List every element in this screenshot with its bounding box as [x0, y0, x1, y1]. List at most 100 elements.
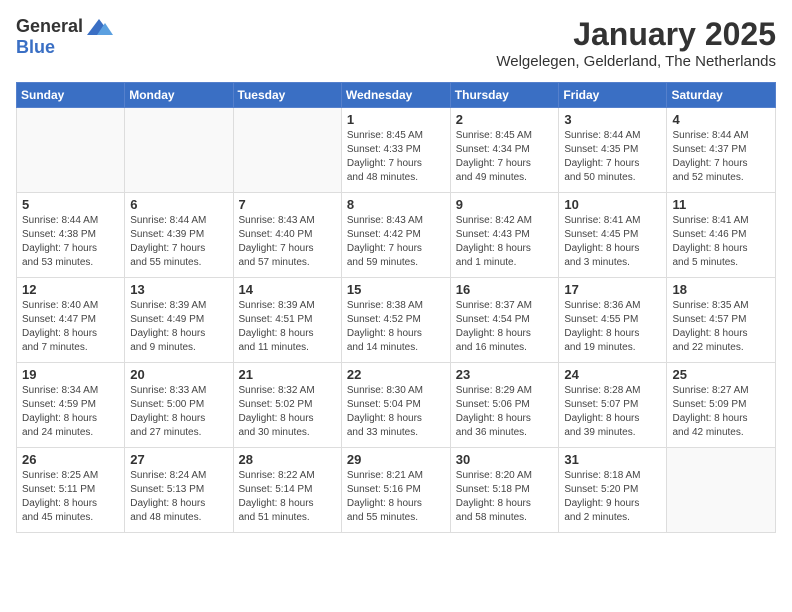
day-number: 8: [347, 197, 445, 212]
calendar-cell: [233, 108, 341, 193]
calendar-cell: 26Sunrise: 8:25 AM Sunset: 5:11 PM Dayli…: [17, 448, 125, 533]
calendar-cell: 11 Sunrise: 8:41 AM Sunset: 4:46 PM Dayli…: [667, 193, 776, 278]
calendar-cell: 18Sunrise: 8:35 AM Sunset: 4:57 PM Dayli…: [667, 278, 776, 363]
day-number: 19: [22, 367, 119, 382]
day-number: 29: [347, 452, 445, 467]
day-number: 23: [456, 367, 554, 382]
day-info: Sunrise: 8:32 AM Sunset: 5:02 PM Dayligh…: [239, 384, 336, 440]
day-number: 31: [564, 452, 661, 467]
calendar-cell: 23 Sunrise: 8:29 AM Sunset: 5:06 PM Dayli…: [450, 363, 559, 448]
calendar-cell: 13Sunrise: 8:39 AM Sunset: 4:49 PM Dayli…: [125, 278, 233, 363]
day-number: 30: [456, 452, 554, 467]
calendar-table: SundayMondayTuesdayWednesdayThursdayFrid…: [16, 82, 776, 533]
logo: General Blue: [16, 16, 113, 58]
day-info: Sunrise: 8:41 AM Sunset: 4:45 PM Dayligh…: [564, 214, 661, 270]
calendar-cell: 6 Sunrise: 8:44 AM Sunset: 4:39 PM Daylig…: [125, 193, 233, 278]
calendar-cell: 22 Sunrise: 8:30 AM Sunset: 5:04 PM Dayli…: [341, 363, 450, 448]
page-header: General Blue January 2025 Welgelegen, Ge…: [16, 16, 776, 70]
weekday-header: Friday: [559, 83, 667, 108]
day-number: 12: [22, 282, 119, 297]
calendar-week-row: 26Sunrise: 8:25 AM Sunset: 5:11 PM Dayli…: [17, 448, 776, 533]
day-info: Sunrise: 8:29 AM Sunset: 5:06 PM Dayligh…: [456, 384, 554, 440]
calendar-cell: 7 Sunrise: 8:43 AM Sunset: 4:40 PM Daylig…: [233, 193, 341, 278]
calendar-cell: 4 Sunrise: 8:44 AM Sunset: 4:37 PM Daylig…: [667, 108, 776, 193]
day-info: Sunrise: 8:21 AM Sunset: 5:16 PM Dayligh…: [347, 469, 445, 525]
day-number: 5: [22, 197, 119, 212]
day-number: 10: [564, 197, 661, 212]
month-title: January 2025: [496, 16, 776, 53]
day-info: Sunrise: 8:39 AM Sunset: 4:49 PM Dayligh…: [130, 299, 227, 355]
calendar-cell: 14Sunrise: 8:39 AM Sunset: 4:51 PM Dayli…: [233, 278, 341, 363]
day-number: 1: [347, 112, 445, 127]
day-info: Sunrise: 8:30 AM Sunset: 5:04 PM Dayligh…: [347, 384, 445, 440]
calendar-cell: 8Sunrise: 8:43 AM Sunset: 4:42 PM Daylig…: [341, 193, 450, 278]
calendar-cell: 25 Sunrise: 8:27 AM Sunset: 5:09 PM Dayli…: [667, 363, 776, 448]
day-info: Sunrise: 8:28 AM Sunset: 5:07 PM Dayligh…: [564, 384, 661, 440]
day-number: 25: [672, 367, 770, 382]
calendar-cell: [667, 448, 776, 533]
weekday-header: Monday: [125, 83, 233, 108]
day-info: Sunrise: 8:45 AM Sunset: 4:33 PM Dayligh…: [347, 129, 445, 185]
calendar-week-row: 5 Sunrise: 8:44 AM Sunset: 4:38 PM Daylig…: [17, 193, 776, 278]
day-number: 17: [564, 282, 661, 297]
calendar-cell: 27Sunrise: 8:24 AM Sunset: 5:13 PM Dayli…: [125, 448, 233, 533]
day-info: Sunrise: 8:38 AM Sunset: 4:52 PM Dayligh…: [347, 299, 445, 355]
day-info: Sunrise: 8:18 AM Sunset: 5:20 PM Dayligh…: [564, 469, 661, 525]
calendar-cell: 29 Sunrise: 8:21 AM Sunset: 5:16 PM Dayli…: [341, 448, 450, 533]
day-info: Sunrise: 8:44 AM Sunset: 4:37 PM Dayligh…: [672, 129, 770, 185]
day-number: 4: [672, 112, 770, 127]
day-number: 11: [672, 197, 770, 212]
weekday-header: Sunday: [17, 83, 125, 108]
calendar-cell: 10 Sunrise: 8:41 AM Sunset: 4:45 PM Dayli…: [559, 193, 667, 278]
logo-general-text: General: [16, 16, 83, 37]
calendar-cell: 31 Sunrise: 8:18 AM Sunset: 5:20 PM Dayli…: [559, 448, 667, 533]
day-number: 20: [130, 367, 227, 382]
calendar-cell: 9 Sunrise: 8:42 AM Sunset: 4:43 PM Daylig…: [450, 193, 559, 278]
day-info: Sunrise: 8:37 AM Sunset: 4:54 PM Dayligh…: [456, 299, 554, 355]
calendar-cell: 21Sunrise: 8:32 AM Sunset: 5:02 PM Dayli…: [233, 363, 341, 448]
day-info: Sunrise: 8:44 AM Sunset: 4:38 PM Dayligh…: [22, 214, 119, 270]
day-number: 7: [239, 197, 336, 212]
calendar-week-row: 12 Sunrise: 8:40 AM Sunset: 4:47 PM Dayli…: [17, 278, 776, 363]
calendar-week-row: 19 Sunrise: 8:34 AM Sunset: 4:59 PM Dayli…: [17, 363, 776, 448]
logo-blue-text: Blue: [16, 37, 55, 58]
day-info: Sunrise: 8:44 AM Sunset: 4:35 PM Dayligh…: [564, 129, 661, 185]
calendar-cell: 20Sunrise: 8:33 AM Sunset: 5:00 PM Dayli…: [125, 363, 233, 448]
day-info: Sunrise: 8:42 AM Sunset: 4:43 PM Dayligh…: [456, 214, 554, 270]
weekday-header: Tuesday: [233, 83, 341, 108]
day-number: 16: [456, 282, 554, 297]
calendar-cell: 12 Sunrise: 8:40 AM Sunset: 4:47 PM Dayli…: [17, 278, 125, 363]
calendar-cell: 15Sunrise: 8:38 AM Sunset: 4:52 PM Dayli…: [341, 278, 450, 363]
day-info: Sunrise: 8:34 AM Sunset: 4:59 PM Dayligh…: [22, 384, 119, 440]
day-number: 28: [239, 452, 336, 467]
day-number: 27: [130, 452, 227, 467]
calendar-cell: 2Sunrise: 8:45 AM Sunset: 4:34 PM Daylig…: [450, 108, 559, 193]
day-info: Sunrise: 8:44 AM Sunset: 4:39 PM Dayligh…: [130, 214, 227, 270]
calendar-week-row: 1 Sunrise: 8:45 AM Sunset: 4:33 PM Daylig…: [17, 108, 776, 193]
day-info: Sunrise: 8:39 AM Sunset: 4:51 PM Dayligh…: [239, 299, 336, 355]
day-info: Sunrise: 8:22 AM Sunset: 5:14 PM Dayligh…: [239, 469, 336, 525]
calendar-cell: 3 Sunrise: 8:44 AM Sunset: 4:35 PM Daylig…: [559, 108, 667, 193]
day-info: Sunrise: 8:43 AM Sunset: 4:40 PM Dayligh…: [239, 214, 336, 270]
calendar-cell: 19 Sunrise: 8:34 AM Sunset: 4:59 PM Dayli…: [17, 363, 125, 448]
title-block: January 2025 Welgelegen, Gelderland, The…: [496, 16, 776, 70]
calendar-cell: 17Sunrise: 8:36 AM Sunset: 4:55 PM Dayli…: [559, 278, 667, 363]
calendar-header-row: SundayMondayTuesdayWednesdayThursdayFrid…: [17, 83, 776, 108]
day-info: Sunrise: 8:20 AM Sunset: 5:18 PM Dayligh…: [456, 469, 554, 525]
day-info: Sunrise: 8:41 AM Sunset: 4:46 PM Dayligh…: [672, 214, 770, 270]
calendar-cell: 16 Sunrise: 8:37 AM Sunset: 4:54 PM Dayli…: [450, 278, 559, 363]
day-info: Sunrise: 8:25 AM Sunset: 5:11 PM Dayligh…: [22, 469, 119, 525]
calendar-cell: 28 Sunrise: 8:22 AM Sunset: 5:14 PM Dayli…: [233, 448, 341, 533]
day-number: 3: [564, 112, 661, 127]
weekday-header: Wednesday: [341, 83, 450, 108]
weekday-header: Saturday: [667, 83, 776, 108]
weekday-header: Thursday: [450, 83, 559, 108]
day-info: Sunrise: 8:45 AM Sunset: 4:34 PM Dayligh…: [456, 129, 554, 185]
day-info: Sunrise: 8:27 AM Sunset: 5:09 PM Dayligh…: [672, 384, 770, 440]
day-number: 6: [130, 197, 227, 212]
day-info: Sunrise: 8:40 AM Sunset: 4:47 PM Dayligh…: [22, 299, 119, 355]
location-title: Welgelegen, Gelderland, The Netherlands: [496, 53, 776, 70]
calendar-cell: [125, 108, 233, 193]
day-number: 22: [347, 367, 445, 382]
day-number: 9: [456, 197, 554, 212]
